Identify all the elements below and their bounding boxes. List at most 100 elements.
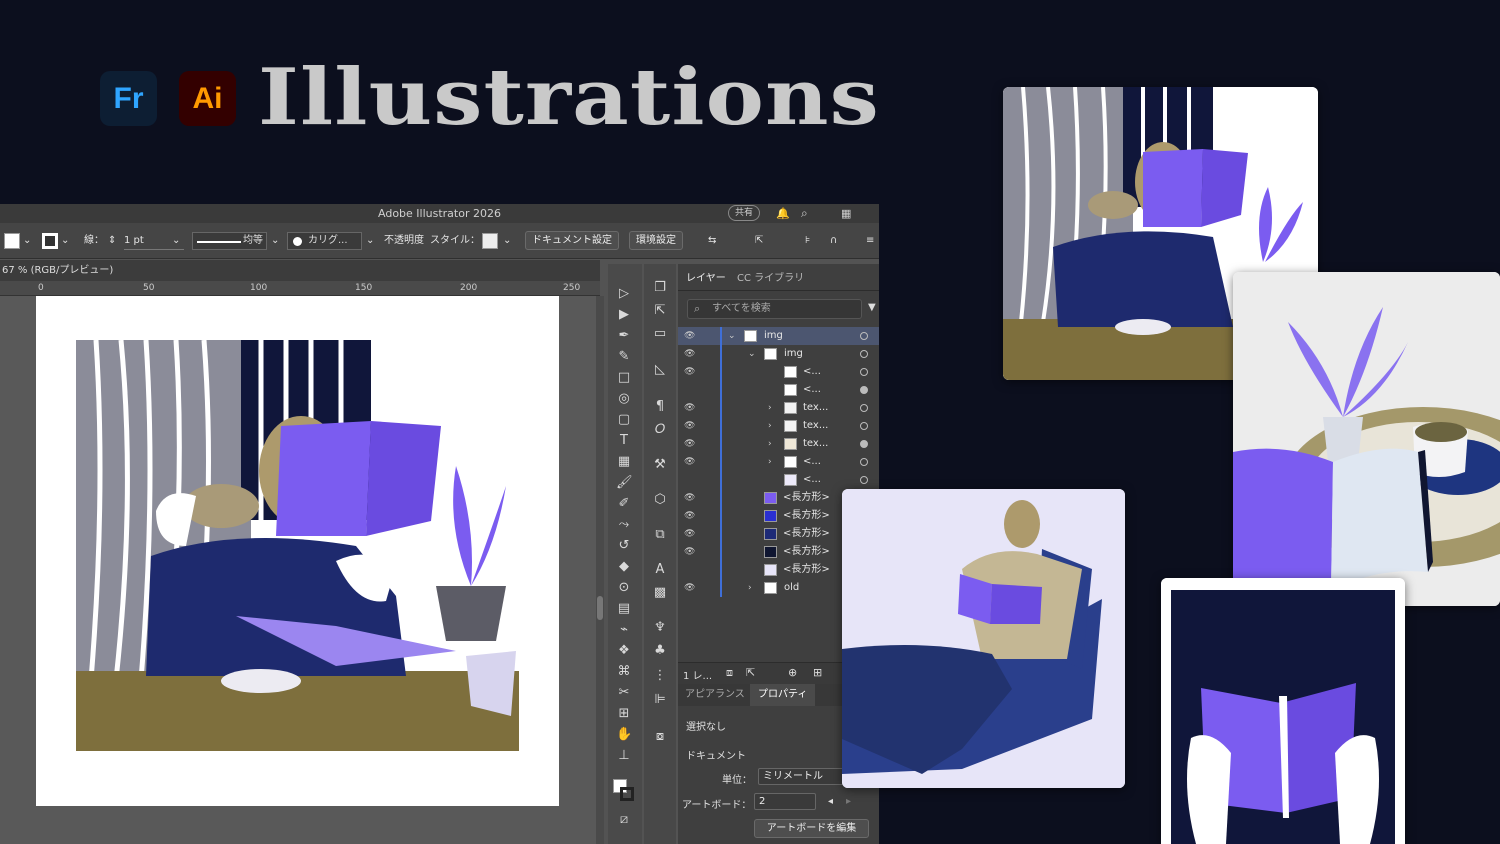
workspace-icon[interactable]: ▦ xyxy=(841,204,851,223)
slice-tool-icon[interactable]: ✂ xyxy=(616,685,632,701)
bell-icon[interactable]: 🔔 xyxy=(776,204,790,223)
spiral-tool-icon[interactable]: ◎ xyxy=(616,391,632,407)
glyph-panel-icon[interactable]: 𝑂 xyxy=(652,422,668,438)
fill-swatch[interactable] xyxy=(4,233,20,249)
selection-tool-icon[interactable]: ▷ xyxy=(616,286,632,302)
layer-row[interactable]: 👁 › tex... xyxy=(678,417,879,435)
layer-row[interactable]: 👁 › tex... xyxy=(678,399,879,417)
blend-tool-icon[interactable]: ❖ xyxy=(616,643,632,659)
eye-icon[interactable]: 👁 xyxy=(684,399,695,417)
gradient-tool-icon[interactable]: ▤ xyxy=(616,601,632,617)
none-color-icon[interactable]: ⧄ xyxy=(616,812,632,828)
stroke-swatch[interactable] xyxy=(42,233,58,249)
locate-icon[interactable]: ⧈ xyxy=(726,666,733,680)
vertical-scrollbar[interactable] xyxy=(596,296,604,844)
symbol-tool-icon[interactable]: ⌘ xyxy=(616,664,632,680)
eye-icon[interactable]: 👁 xyxy=(684,525,695,543)
tab-properties[interactable]: プロパティ xyxy=(750,684,816,706)
layer-row[interactable]: 👁 <... xyxy=(678,363,879,381)
grid-tool-icon[interactable]: ▦ xyxy=(616,454,632,470)
stroke-color-icon[interactable] xyxy=(620,787,634,801)
layer-row[interactable]: 👁 ⌄ img xyxy=(678,345,879,363)
brush-select[interactable]: カリグ... xyxy=(287,232,362,250)
direct-selection-tool-icon[interactable]: ▶ xyxy=(616,307,632,323)
chevron-down-icon[interactable]: ⌄ xyxy=(366,232,374,250)
opacity-label[interactable]: 不透明度 xyxy=(384,232,424,250)
canvas-area[interactable] xyxy=(0,296,604,844)
eye-icon[interactable]: 👁 xyxy=(684,507,695,525)
preferences-button[interactable]: 環境設定 xyxy=(629,231,683,250)
pen-tool-icon[interactable]: ✒ xyxy=(616,328,632,344)
shape-panel-icon[interactable]: ◺ xyxy=(652,362,668,378)
arrange-icon[interactable]: ⇆ xyxy=(708,232,716,250)
pathfinder-panel-icon[interactable]: ⧉ xyxy=(652,527,668,543)
chevron-down-icon[interactable]: ⌄ xyxy=(172,232,180,250)
target-icon[interactable] xyxy=(860,386,868,394)
eye-icon[interactable]: 👁 xyxy=(684,363,695,381)
illustration-card-hands[interactable] xyxy=(1161,578,1405,844)
chevron-right-icon[interactable]: › xyxy=(748,579,752,597)
layer-search-input[interactable]: ⌕ すべてを検索 xyxy=(687,299,862,319)
rotate-tool-icon[interactable]: ↺ xyxy=(616,538,632,554)
align-icon[interactable]: ⊧ xyxy=(805,232,810,250)
chevron-right-icon[interactable]: › xyxy=(768,417,772,435)
export-icon[interactable]: ⇱ xyxy=(746,666,755,679)
eye-icon[interactable]: 👁 xyxy=(684,489,695,507)
target-icon[interactable] xyxy=(860,422,868,430)
eyedropper-tool-icon[interactable]: ⌁ xyxy=(616,622,632,638)
brush-tool-icon[interactable]: 🖌 xyxy=(616,475,633,491)
eye-icon[interactable]: 👁 xyxy=(684,453,695,471)
export-panel-icon[interactable]: ⇱ xyxy=(652,303,668,319)
3d-panel-icon[interactable]: ⬡ xyxy=(652,492,668,508)
eraser-tool-icon[interactable]: ◆ xyxy=(616,559,632,575)
target-icon[interactable] xyxy=(860,404,868,412)
paragraph-panel-icon[interactable]: ¶ xyxy=(652,399,668,415)
ruler-tool-icon[interactable]: ⊥ xyxy=(616,748,632,764)
target-icon[interactable] xyxy=(860,350,868,358)
chevron-right-icon[interactable]: › xyxy=(768,453,772,471)
tab-cc-libraries[interactable]: CC ライブラリ xyxy=(737,269,804,284)
type-panel-icon[interactable]: A xyxy=(652,562,668,578)
lasso-tool-icon[interactable]: ⊙ xyxy=(616,580,632,596)
scroll-thumb[interactable] xyxy=(597,596,603,620)
layer-row[interactable]: 👁 › <... xyxy=(678,453,879,471)
artboard-select[interactable]: 2 xyxy=(754,793,816,810)
type-tool-icon[interactable]: T xyxy=(616,433,632,449)
next-artboard-icon[interactable]: ▸ xyxy=(846,796,851,807)
stepper-icon[interactable]: ⇕ xyxy=(108,232,116,250)
share-button[interactable]: 共有 xyxy=(728,205,761,221)
magnet-icon[interactable]: ∩ xyxy=(830,232,837,250)
arrange-panel-icon[interactable]: ❐ xyxy=(652,280,668,296)
chevron-right-icon[interactable]: › xyxy=(768,399,772,417)
curvature-tool-icon[interactable]: ✎ xyxy=(616,349,632,365)
illustration-card-sofa[interactable] xyxy=(842,489,1125,788)
chevron-down-icon[interactable]: ⌄ xyxy=(61,232,69,250)
edit-artboard-button[interactable]: アートボードを編集 xyxy=(754,819,869,838)
grid-panel-icon[interactable]: ⋮ xyxy=(652,668,668,684)
target-icon[interactable] xyxy=(860,332,868,340)
new-layer-icon[interactable]: ⊞ xyxy=(813,666,822,679)
filter-icon[interactable]: ▼ xyxy=(868,302,876,313)
export-icon[interactable]: ⇱ xyxy=(755,232,763,250)
chevron-down-icon[interactable]: ⌄ xyxy=(503,232,511,250)
target-icon[interactable] xyxy=(860,476,868,484)
layer-row[interactable]: <... xyxy=(678,471,879,489)
chevron-down-icon[interactable]: ⌄ xyxy=(23,232,31,250)
style-swatch[interactable] xyxy=(482,233,498,249)
artboard[interactable] xyxy=(36,296,559,806)
target-icon[interactable] xyxy=(860,458,868,466)
stroke-profile-select[interactable]: 均等 xyxy=(192,232,267,250)
chevron-down-icon[interactable]: ⌄ xyxy=(271,232,279,250)
artboard-tool-icon[interactable]: ⊞ xyxy=(616,706,632,722)
pencil-tool-icon[interactable]: ✐ xyxy=(616,496,632,512)
eye-icon[interactable]: 👁 xyxy=(684,435,695,453)
eye-icon[interactable]: 👁 xyxy=(684,345,695,363)
rounded-rect-tool-icon[interactable]: ▢ xyxy=(616,412,632,428)
illustration-card-book-coffee[interactable] xyxy=(1233,272,1500,606)
eye-icon[interactable]: 👁 xyxy=(684,579,695,597)
previous-artboard-icon[interactable]: ◂ xyxy=(828,796,833,807)
eye-icon[interactable]: 👁 xyxy=(684,543,695,561)
chevron-down-icon[interactable]: ⌄ xyxy=(728,327,736,345)
rectangle-tool-icon[interactable]: □ xyxy=(616,370,632,386)
target-icon[interactable] xyxy=(860,368,868,376)
